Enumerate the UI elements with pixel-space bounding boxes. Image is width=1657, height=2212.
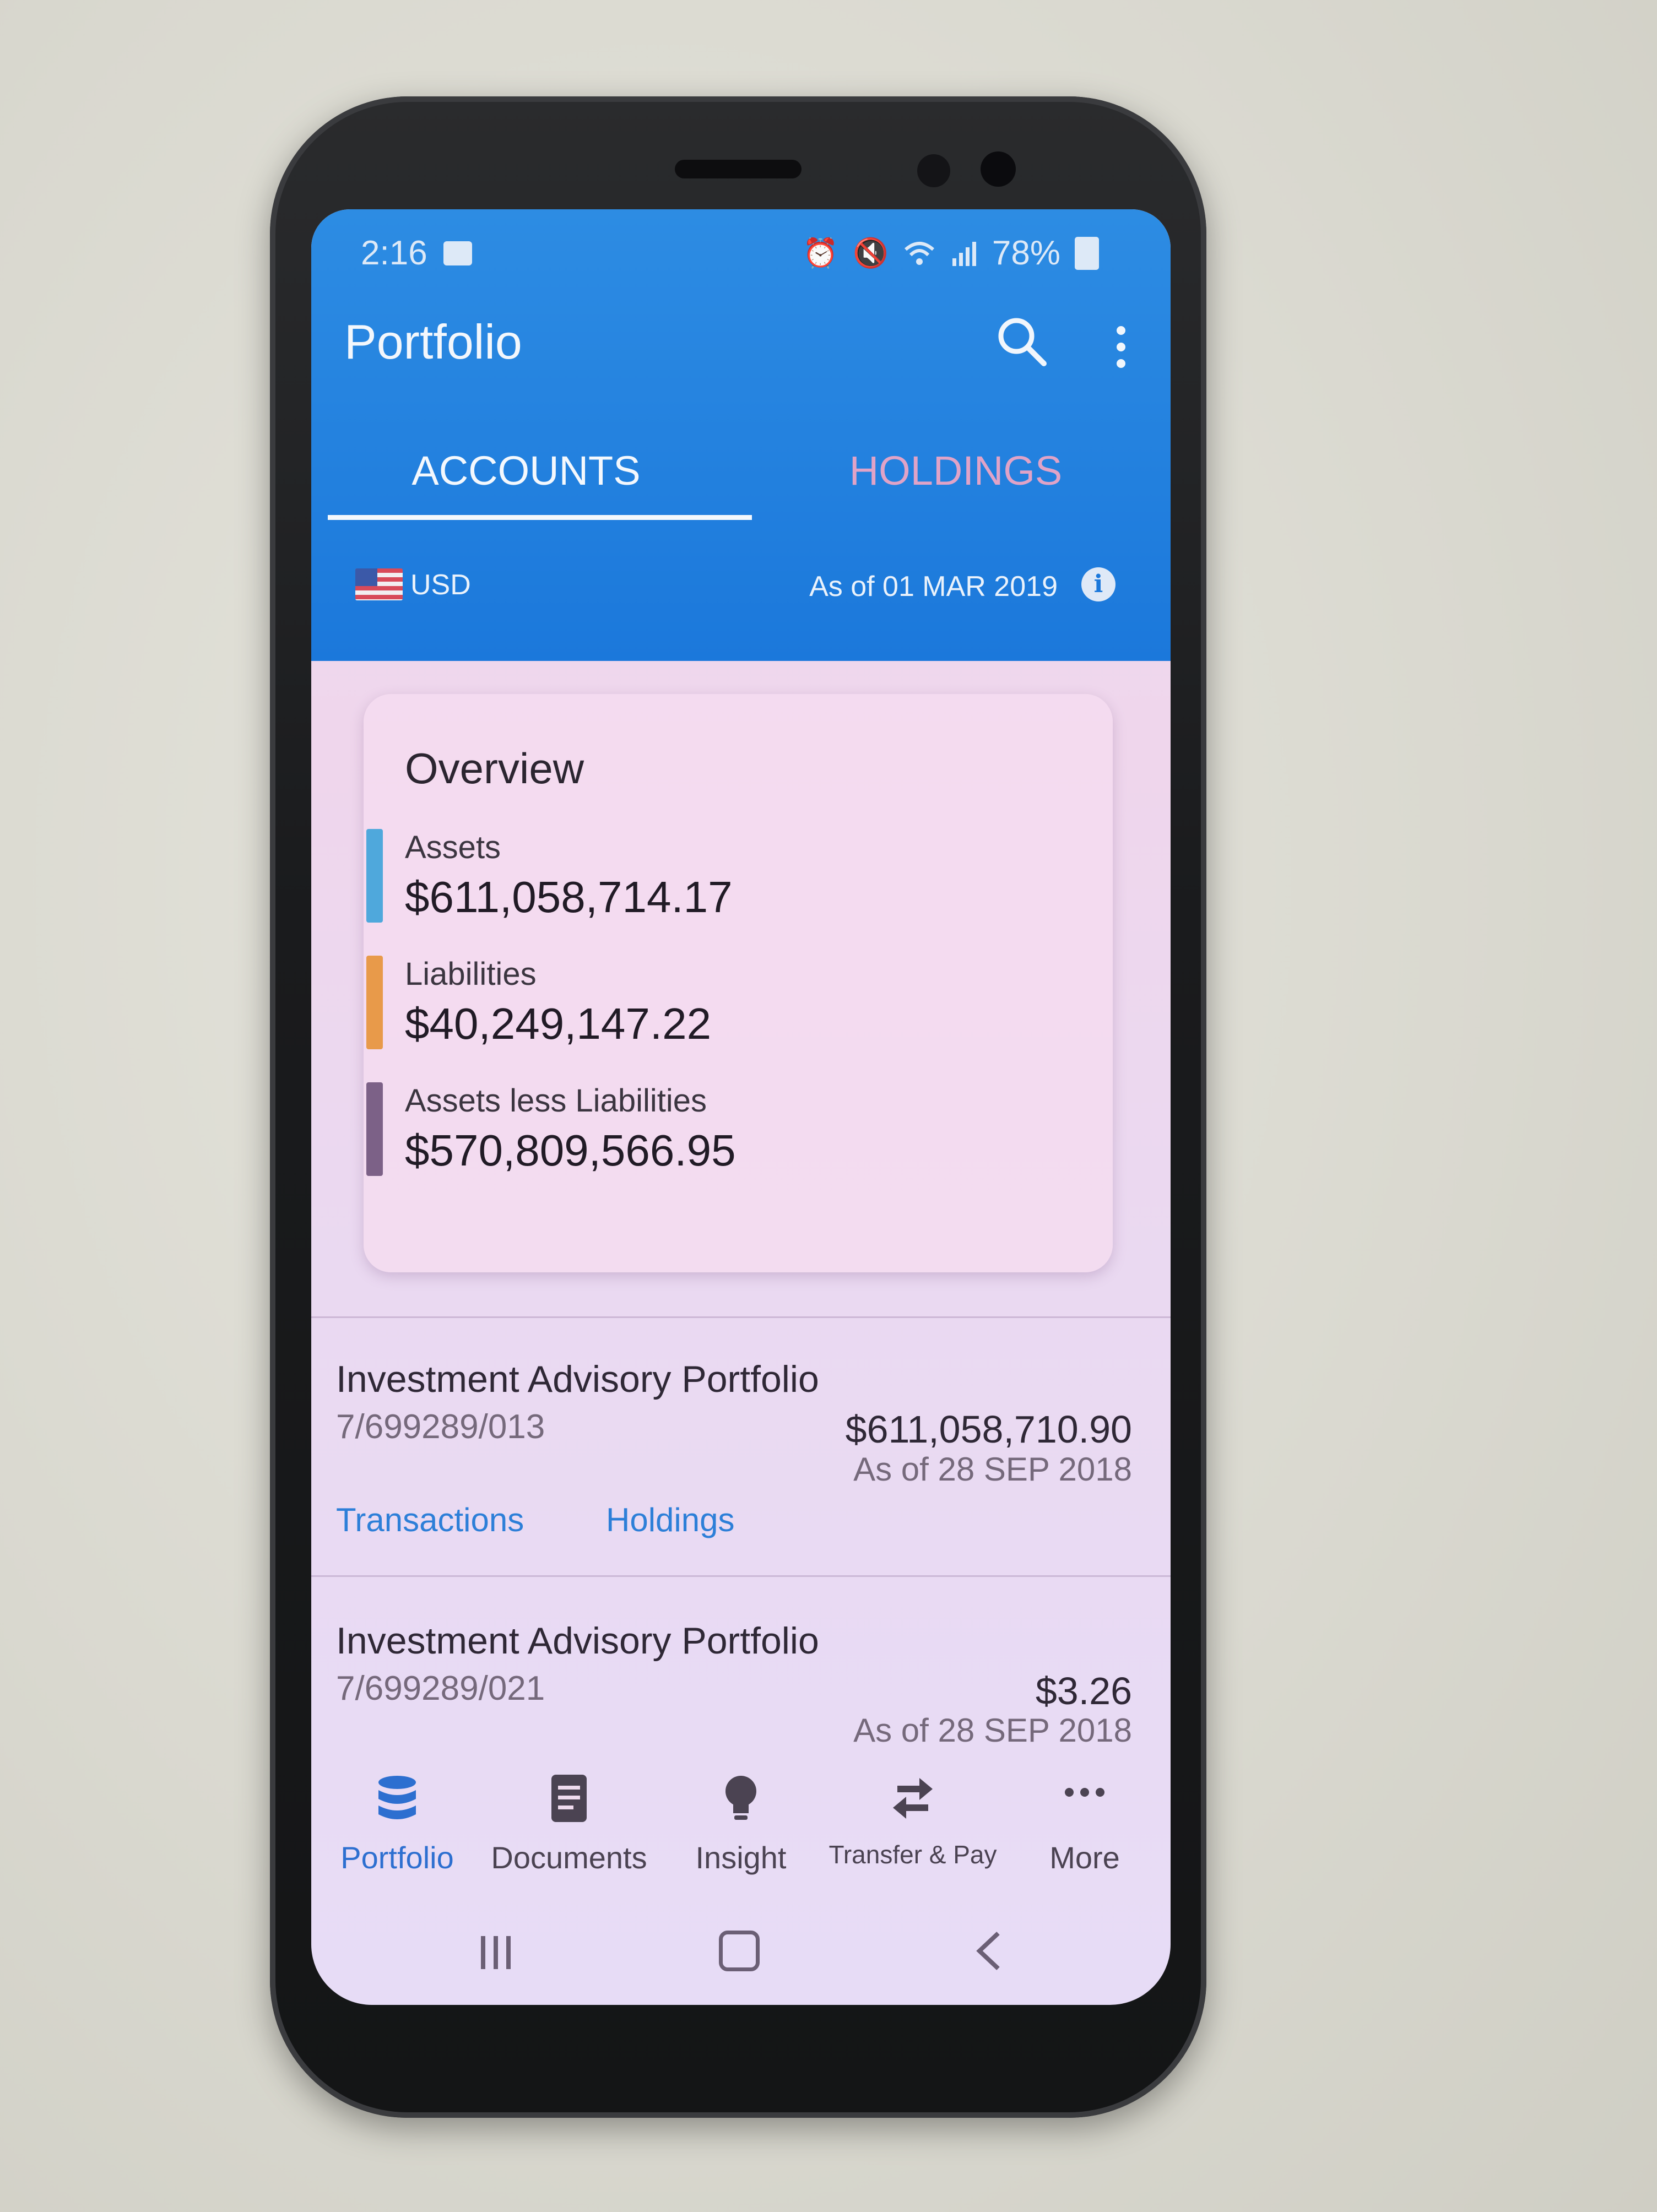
page-title: Portfolio (344, 315, 522, 369)
database-icon (378, 1776, 416, 1819)
metric-label: Liabilities (405, 956, 537, 992)
account-value: $611,058,710.90 (845, 1408, 1132, 1451)
net-color-bar (366, 1082, 383, 1176)
battery-icon (1075, 236, 1099, 270)
nav-transfer-pay[interactable]: Transfer & Pay (827, 1757, 999, 1889)
nav-portfolio[interactable]: Portfolio (311, 1757, 483, 1889)
divider (311, 1575, 1171, 1577)
transfer-icon (893, 1778, 933, 1819)
search-icon[interactable] (994, 314, 1049, 369)
home-button-icon[interactable] (719, 1931, 760, 1971)
liabilities-color-bar (366, 956, 383, 1049)
currency-row: USD As of 01 MAR 2019 i (311, 545, 1171, 628)
account-as-of: As of 28 SEP 2018 (853, 1712, 1132, 1749)
overview-title: Overview (405, 744, 584, 793)
info-icon[interactable]: i (1081, 567, 1116, 601)
account-name: Investment Advisory Portfolio (336, 1620, 819, 1662)
phone-screen: 2:16 ⏰ 🔇 78% Portfolio ACCOUNTS HOLDINGS… (311, 209, 1171, 2005)
status-icons: ⏰ 🔇 78% (803, 234, 1099, 273)
metric-value: $40,249,147.22 (405, 999, 712, 1048)
nav-label: Documents (491, 1840, 647, 1875)
nav-more[interactable]: More (999, 1757, 1171, 1889)
nav-insight[interactable]: Insight (655, 1757, 827, 1889)
more-horizontal-icon (1065, 1788, 1104, 1797)
currency-code[interactable]: USD (410, 568, 471, 601)
tab-accounts[interactable]: ACCOUNTS (311, 419, 741, 518)
holdings-link[interactable]: Holdings (606, 1501, 734, 1539)
tab-holdings[interactable]: HOLDINGS (741, 419, 1171, 518)
front-camera (981, 151, 1016, 187)
battery-percent: 78% (992, 234, 1060, 272)
account-as-of: As of 28 SEP 2018 (853, 1451, 1132, 1488)
as-of-date: As of 01 MAR 2019 (809, 571, 1058, 603)
overview-card: Overview Assets $611,058,714.17 Liabilit… (364, 694, 1113, 1272)
account-name: Investment Advisory Portfolio (336, 1358, 819, 1400)
signal-icon (952, 241, 976, 266)
divider (311, 1316, 1171, 1318)
account-value: $3.26 (1035, 1669, 1132, 1712)
earpiece-speaker (675, 160, 802, 178)
nav-label: Portfolio (340, 1840, 454, 1875)
status-time: 2:16 (361, 234, 427, 272)
lightbulb-icon (725, 1776, 756, 1820)
assets-color-bar (366, 829, 383, 923)
alarm-icon: ⏰ (803, 237, 839, 269)
message-notification-icon (443, 241, 472, 265)
overflow-menu-icon[interactable] (1110, 319, 1132, 375)
mute-icon: 🔇 (853, 237, 889, 269)
account-number: 7/699289/021 (336, 1669, 545, 1707)
document-icon (551, 1775, 587, 1822)
back-icon[interactable] (970, 1929, 1008, 1973)
metric-value: $611,058,714.17 (405, 872, 733, 921)
wifi-icon (904, 241, 934, 265)
us-flag-icon[interactable] (355, 568, 403, 600)
metric-label: Assets (405, 829, 501, 865)
transactions-link[interactable]: Transactions (336, 1501, 524, 1539)
recent-apps-icon[interactable] (476, 1933, 515, 1972)
metric-label: Assets less Liabilities (405, 1083, 707, 1119)
nav-label: Insight (695, 1840, 787, 1875)
nav-label: More (1049, 1840, 1120, 1875)
metric-value: $570,809,566.95 (405, 1126, 736, 1175)
proximity-sensor (917, 154, 950, 187)
status-bar: 2:16 ⏰ 🔇 78% (361, 226, 1132, 281)
tab-indicator (328, 515, 752, 520)
tab-bar: ACCOUNTS HOLDINGS (311, 419, 1171, 518)
app-bar: 2:16 ⏰ 🔇 78% Portfolio ACCOUNTS HOLDINGS… (311, 209, 1171, 661)
nav-label: Transfer & Pay (829, 1840, 997, 1869)
system-navigation-bar (311, 1895, 1171, 2005)
nav-documents[interactable]: Documents (483, 1757, 655, 1889)
account-number: 7/699289/013 (336, 1408, 545, 1446)
bottom-navigation: Portfolio Documents Insight Transfer & P… (311, 1757, 1171, 1889)
